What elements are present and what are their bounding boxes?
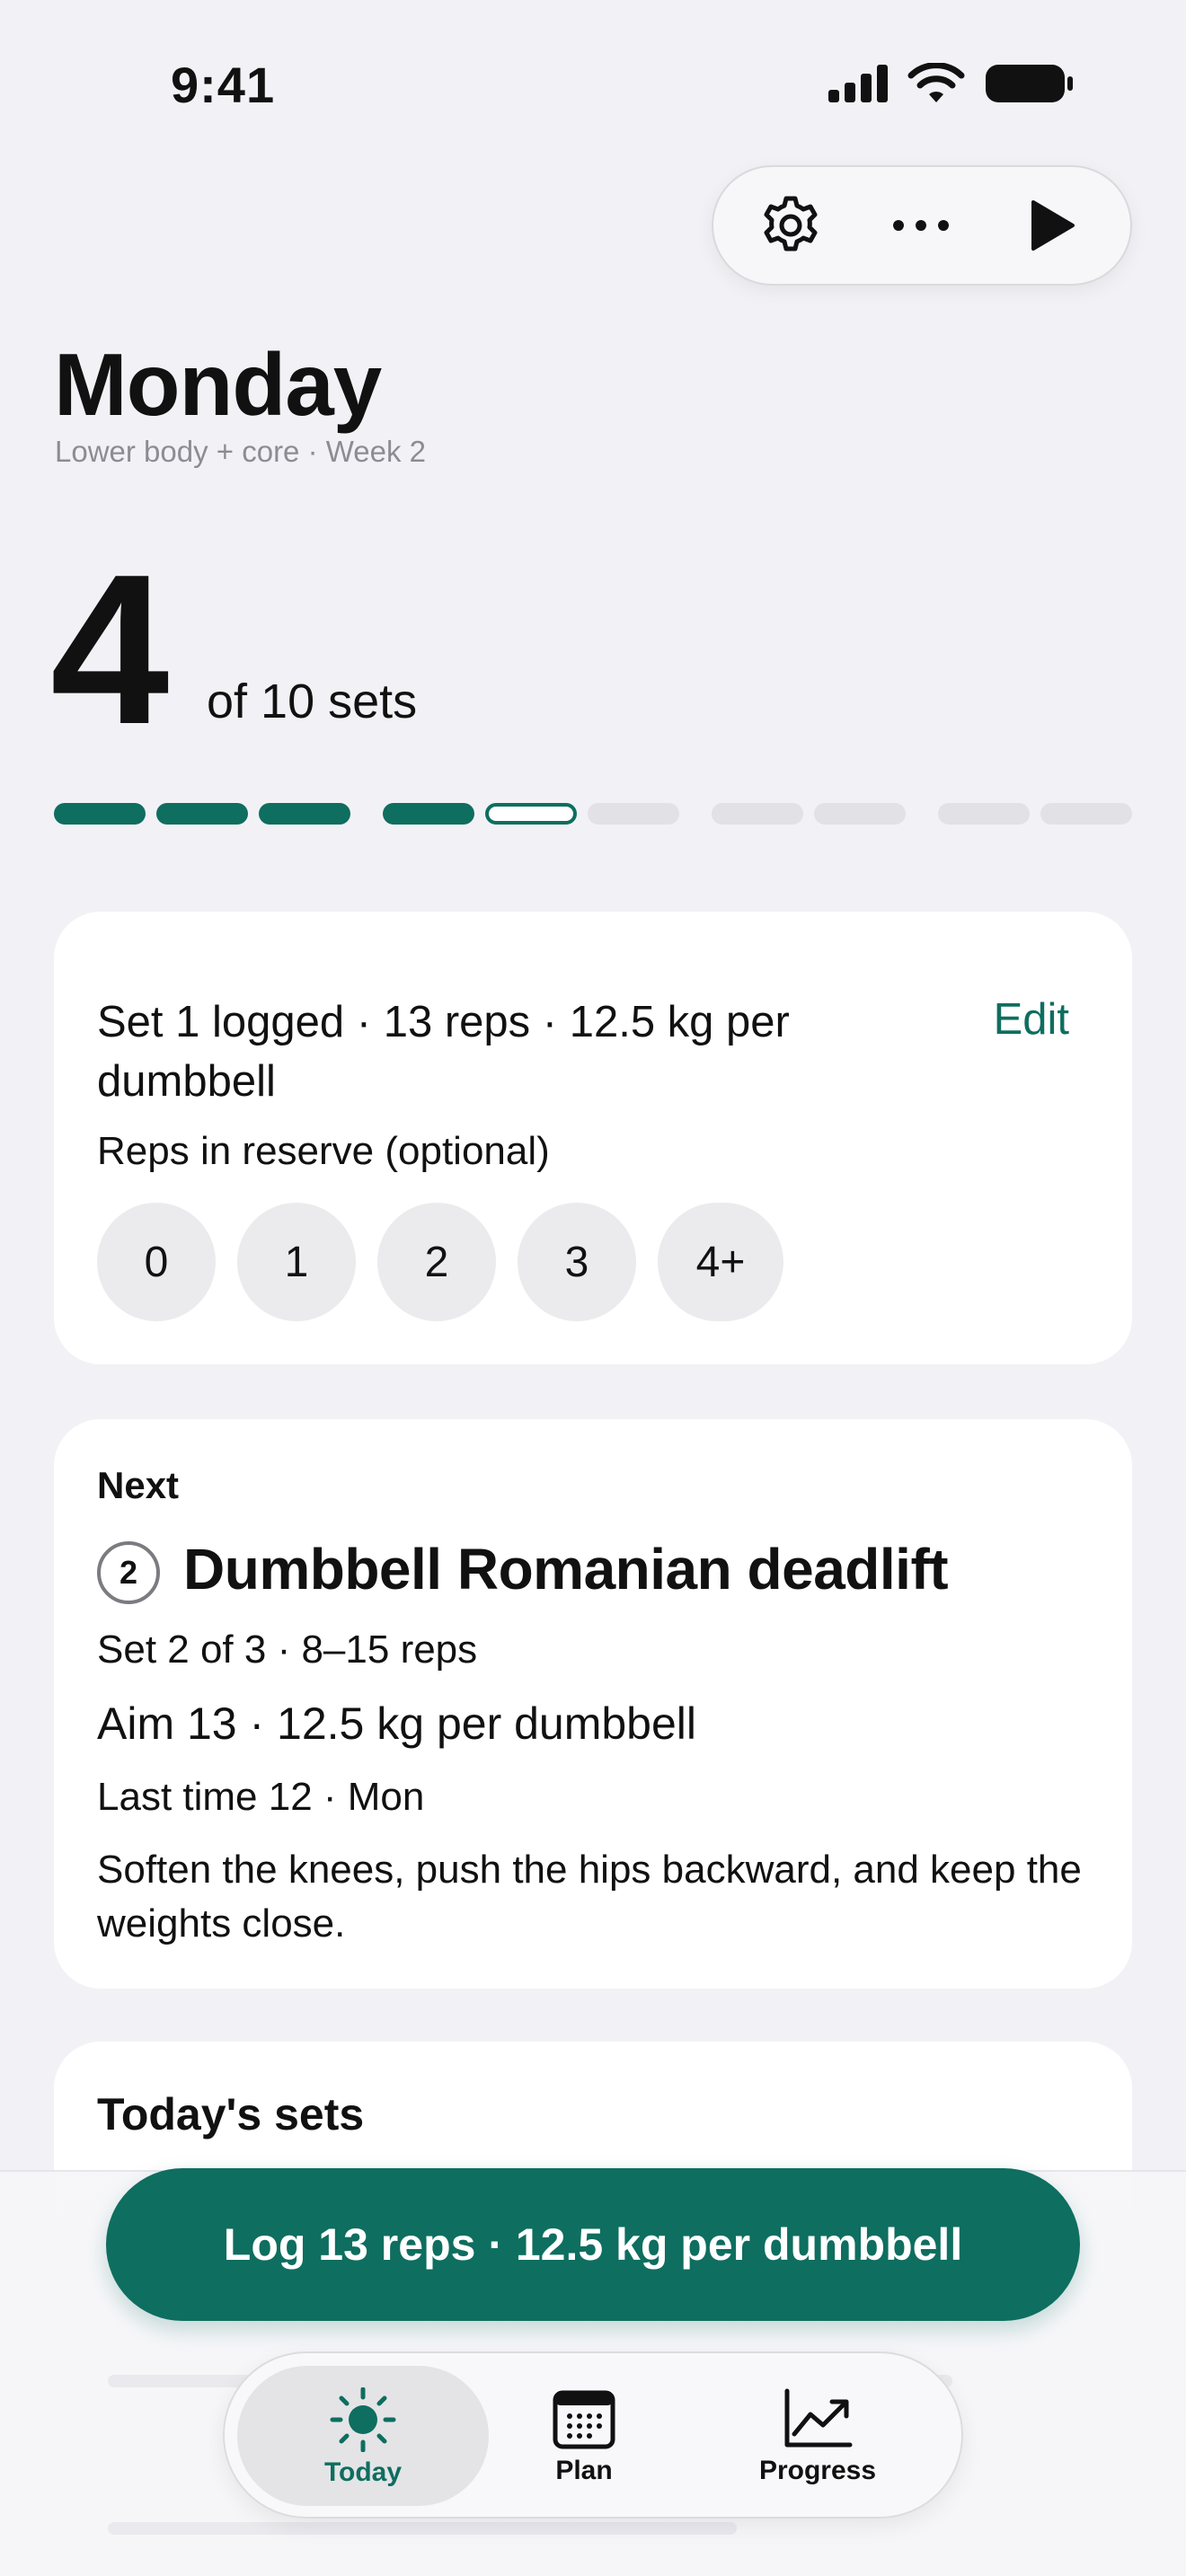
tab-bar: Today Plan Progress <box>223 2351 963 2519</box>
wifi-icon <box>907 63 965 102</box>
ellipsis-icon <box>893 220 949 231</box>
log-set-button[interactable]: Log 13 reps · 12.5 kg per dumbbell <box>106 2168 1080 2321</box>
status-icons <box>827 63 1075 104</box>
cellular-signal-icon <box>828 65 888 102</box>
sets-progress-bar <box>54 803 1132 826</box>
page-title: Monday <box>54 335 382 434</box>
more-button[interactable] <box>878 182 964 269</box>
rir-option-2[interactable]: 2 <box>377 1203 496 1321</box>
progress-segment-todo <box>1040 803 1132 825</box>
sun-icon <box>330 2387 396 2452</box>
progress-segment-done <box>383 803 474 825</box>
faded-row <box>108 2522 737 2535</box>
todays-sets-title: Today's sets <box>97 2089 365 2139</box>
progress-segment-done <box>54 803 146 825</box>
tab-today-label: Today <box>323 2457 403 2487</box>
progress-segment-todo <box>712 803 803 825</box>
top-toolbar <box>712 165 1132 286</box>
reps-in-reserve-label: Reps in reserve (optional) <box>97 1129 550 1173</box>
chart-icon <box>784 2388 853 2448</box>
play-icon <box>1031 200 1075 251</box>
progress-segment-todo <box>814 803 906 825</box>
last-time: Last time 12 · Mon <box>97 1775 425 1819</box>
calendar-icon <box>553 2390 615 2449</box>
settings-button[interactable] <box>748 182 834 269</box>
play-button[interactable] <box>1008 182 1094 269</box>
form-tip: Soften the knees, push the hips backward… <box>97 1848 1082 1945</box>
tab-plan-label: Plan <box>555 2456 613 2485</box>
battery-icon <box>986 65 1073 102</box>
tab-today[interactable]: Today <box>237 2366 489 2506</box>
sets-completed-count: 4 <box>50 531 169 769</box>
rir-option-1[interactable]: 1 <box>237 1203 356 1321</box>
gear-icon <box>764 196 818 251</box>
set-info: Set 2 of 3 · 8–15 reps <box>97 1628 478 1672</box>
reps-in-reserve-options: 0 1 2 3 4+ <box>97 1203 783 1321</box>
logged-set-card: Set 1 logged · 13 reps · 12.5 kg per dum… <box>54 912 1132 1364</box>
next-label: Next <box>97 1464 180 1506</box>
exercise-name: Dumbbell Romanian deadlift <box>183 1537 949 1601</box>
rir-option-4-plus[interactable]: 4+ <box>658 1203 783 1321</box>
status-time: 9:41 <box>171 57 276 113</box>
progress-segment-todo <box>588 803 679 825</box>
logged-set-summary: Set 1 logged · 13 reps · 12.5 kg per dum… <box>97 998 790 1106</box>
page-subtitle: Lower body + core · Week 2 <box>55 435 427 468</box>
tab-progress[interactable]: Progress <box>710 2366 925 2506</box>
aim-target: Aim 13 · 12.5 kg per dumbbell <box>97 1698 697 1749</box>
tab-plan[interactable]: Plan <box>494 2366 674 2506</box>
progress-segment-current <box>485 803 577 825</box>
tab-progress-label: Progress <box>758 2456 877 2485</box>
status-bar: 9:41 <box>0 0 1186 171</box>
rir-option-0[interactable]: 0 <box>97 1203 216 1321</box>
progress-segment-done <box>156 803 248 825</box>
edit-button[interactable]: Edit <box>994 994 1069 1045</box>
next-exercise-card[interactable]: Next 2 Dumbbell Romanian deadlift Set 2 … <box>54 1419 1132 1989</box>
progress-segment-done <box>259 803 350 825</box>
sets-total-label: of 10 sets <box>207 675 418 728</box>
progress-segment-todo <box>938 803 1030 825</box>
rir-option-3[interactable]: 3 <box>518 1203 636 1321</box>
exercise-number-badge: 2 <box>97 1541 160 1604</box>
